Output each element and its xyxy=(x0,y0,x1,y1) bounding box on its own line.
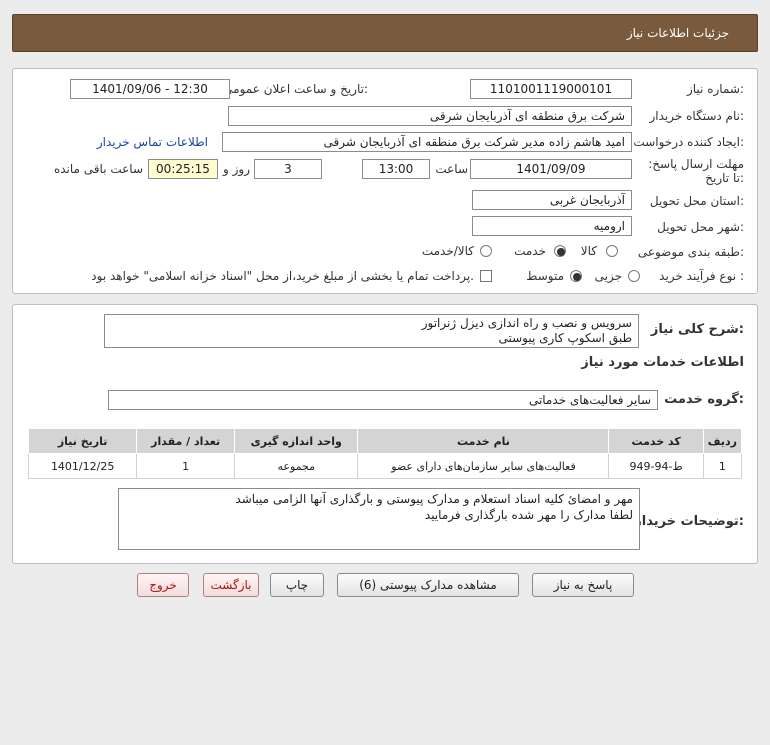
category-goods-label: کالا xyxy=(580,244,597,258)
treasury-payment-checkbox[interactable] xyxy=(480,270,492,282)
service-group-field: سایر فعالیت‌های خدماتی xyxy=(108,390,658,410)
days-label: روز و xyxy=(223,162,250,176)
process-medium-radio[interactable] xyxy=(570,270,582,282)
buyer-contact-link[interactable]: اطلاعات تماس خریدار xyxy=(97,135,208,149)
general-desc-label: شرح کلی نیاز: xyxy=(650,322,744,337)
requester-field: امید هاشم زاده مدیر شرکت برق منطقه ای آذ… xyxy=(222,132,632,152)
cell-need-date: 1401/12/25 xyxy=(27,453,138,479)
col-unit: واحد اندازه گیری xyxy=(234,428,359,454)
city-label: شهر محل تحویل: xyxy=(657,220,744,234)
buyer-org-field: شرکت برق منطقه ای آذربایجان شرقی xyxy=(228,106,632,126)
process-type-label: نوع فرآیند خرید : xyxy=(659,269,744,283)
col-service-code: کد خدمت xyxy=(608,428,704,454)
cell-service-name: فعالیت‌های سایر سازمان‌های دارای عضو xyxy=(357,453,610,479)
treasury-payment-note: پرداخت تمام یا بخشی از مبلغ خرید،از محل … xyxy=(91,269,474,283)
general-desc-field: سرویس و نصب و راه اندازی دیزل ژنراتور طب… xyxy=(104,314,639,348)
services-table-wrap: ردیف کد خدمت نام خدمت واحد اندازه گیری ت… xyxy=(27,428,743,479)
service-group-label: گروه خدمت: xyxy=(664,392,744,407)
category-both-radio[interactable] xyxy=(480,245,492,257)
reply-button[interactable]: پاسخ به نیاز xyxy=(532,573,634,597)
cell-service-code: ط-94-949 xyxy=(608,453,704,479)
cell-unit: مجموعه xyxy=(234,453,359,479)
back-button[interactable]: بازگشت xyxy=(203,573,259,597)
need-info-panel xyxy=(12,68,758,294)
deadline-label: مهلت ارسال پاسخ: تا تاریخ: xyxy=(648,157,744,185)
col-need-date: تاریخ نیاز xyxy=(27,428,138,454)
exit-button[interactable]: خروج xyxy=(137,573,189,597)
cell-row: 1 xyxy=(702,453,743,479)
deadline-time-label: ساعت xyxy=(435,162,468,176)
services-table: ردیف کد خدمت نام خدمت واحد اندازه گیری ت… xyxy=(27,428,743,479)
col-row: ردیف xyxy=(702,428,743,454)
deadline-date-field: 1401/09/09 xyxy=(470,159,632,179)
province-label: استان محل تحویل: xyxy=(649,194,744,208)
remaining-time-field: 00:25:15 xyxy=(148,159,218,179)
deadline-time-field: 13:00 xyxy=(362,159,430,179)
category-label: طبقه بندی موضوعی: xyxy=(637,245,744,259)
category-service-radio[interactable] xyxy=(554,245,566,257)
buyer-notes-label: توضیحات خریدار: xyxy=(634,514,744,529)
view-attachments-button[interactable]: مشاهده مدارک پیوستی (6) xyxy=(337,573,519,597)
page-header: جزئیات اطلاعات نیاز xyxy=(12,14,758,52)
col-service-name: نام خدمت xyxy=(357,428,610,454)
province-field: آذربایجان غربی xyxy=(472,190,632,210)
announce-datetime-field: 1401/09/06 - 12:30 xyxy=(70,79,230,99)
category-goods-radio[interactable] xyxy=(606,245,618,257)
col-quantity: تعداد / مقدار xyxy=(136,428,236,454)
table-row: 1 ط-94-949 فعالیت‌های سایر سازمان‌های دا… xyxy=(27,453,743,479)
days-field: 3 xyxy=(254,159,322,179)
print-button[interactable]: چاپ xyxy=(270,573,324,597)
remaining-label: ساعت باقی مانده xyxy=(53,162,143,176)
services-info-heading: اطلاعات خدمات مورد نیاز xyxy=(581,355,744,370)
requester-label: ایجاد کننده درخواست: xyxy=(633,135,744,149)
page-title: جزئیات اطلاعات نیاز xyxy=(626,26,729,40)
announce-datetime-label: تاریخ و ساعت اعلان عمومی: xyxy=(223,82,368,96)
cell-quantity: 1 xyxy=(136,453,236,479)
buyer-org-label: نام دستگاه خریدار: xyxy=(649,109,745,123)
category-both-label: کالا/خدمت xyxy=(421,244,474,258)
process-medium-label: متوسط xyxy=(526,269,564,283)
table-header-row: ردیف کد خدمت نام خدمت واحد اندازه گیری ت… xyxy=(27,428,743,454)
process-minor-radio[interactable] xyxy=(628,270,640,282)
buyer-notes-field: مهر و امضائ کلیه اسناد استعلام و مدارک پ… xyxy=(118,488,640,550)
category-service-label: خدمت xyxy=(514,244,546,258)
process-minor-label: جزیی xyxy=(594,269,622,283)
city-field: ارومیه xyxy=(472,216,632,236)
need-number-field: 1101001119000101 xyxy=(470,79,632,99)
need-number-label: شماره نیاز: xyxy=(686,82,744,96)
